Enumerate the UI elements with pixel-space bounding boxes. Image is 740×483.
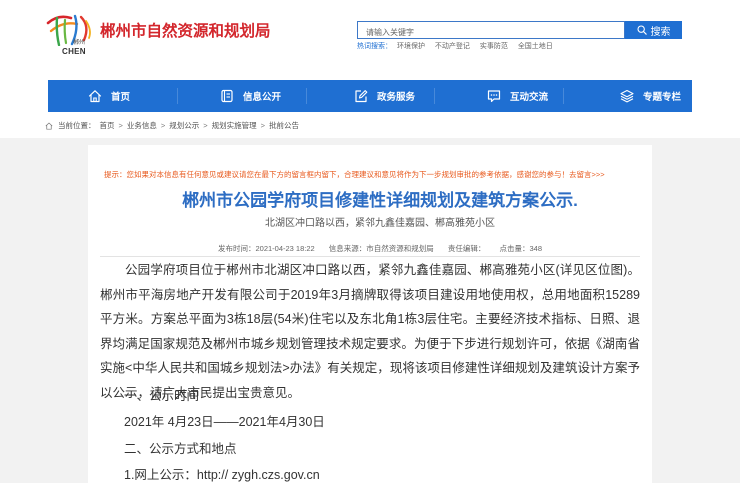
search-box (357, 21, 625, 41)
article-subtitle: 北湖区冲口路以西，紧邻九鑫佳嘉园、郴高雅苑小区 (265, 218, 495, 229)
search-button[interactable]: 搜索 (625, 21, 682, 39)
layers-icon (620, 89, 634, 103)
article-intro: 公园学府项目位于郴州市北湖区冲口路以西，紧邻九鑫佳嘉园、郴高雅苑小区(详见区位图… (100, 263, 640, 400)
breadcrumb-item[interactable]: 业务信息 (127, 121, 157, 131)
edit-icon (355, 90, 368, 103)
nav-item-gov-services[interactable]: 政务服务 (354, 80, 415, 112)
logo-text: 郴州 (73, 40, 86, 46)
nav-label: 首页 (111, 92, 131, 103)
nav-divider (563, 88, 564, 104)
hot-word-link[interactable]: 全国土地日 (518, 43, 553, 50)
site-title[interactable]: 郴州市自然资源和规划局 (100, 22, 271, 42)
section-heading: 二、公示方式和地点 (124, 442, 237, 456)
nav-item-info-public[interactable]: 信息公开 (220, 80, 281, 112)
hot-word-link[interactable]: 实事防范 (480, 43, 508, 50)
hot-word-link[interactable]: 不动产登记 (435, 43, 470, 50)
breadcrumb-separator: > (118, 121, 123, 130)
view-count: 点击量：348 (499, 244, 542, 253)
search-input[interactable] (358, 24, 624, 41)
info-source: 信息来源：市自然资源和规划局 (328, 244, 434, 253)
nav-divider (434, 88, 435, 104)
hot-word-link[interactable]: 环境保护 (397, 43, 425, 50)
nav-item-home[interactable]: 首页 (88, 80, 130, 112)
chat-icon (487, 90, 501, 103)
search-icon (636, 25, 647, 35)
nav-item-interaction[interactable]: 互动交流 (487, 80, 548, 112)
nav-label: 政务服务 (377, 92, 416, 103)
responsible-editor: 责任编辑： (447, 244, 486, 253)
section-heading: 一、公示时间 (124, 389, 200, 403)
nav-label: 专题专栏 (643, 92, 682, 103)
page: 郴州 CHEN 郴州市自然资源和规划局 搜索 热词搜索： 环境保护 不动产登记 … (0, 0, 740, 483)
publish-time: 发布时间：2021-04-23 18:22 (217, 244, 315, 253)
notice-text: 提示：您如果对本信息有任何意见或建议请您在最下方的留言框内留下，合理建议和意见将… (104, 170, 569, 179)
meta-divider (100, 256, 640, 257)
breadcrumb-item[interactable]: 首页 (100, 121, 115, 131)
breadcrumb-separator: > (260, 121, 266, 130)
breadcrumb-separator: > (203, 121, 208, 130)
breadcrumb-label: 当前位置： (58, 121, 96, 130)
breadcrumb-item[interactable]: 规划实施管理 (212, 121, 257, 131)
home-icon (45, 122, 53, 130)
breadcrumb-separator: > (160, 121, 166, 130)
section-content: 1.网上公示：http:// zygh.czs.gov.cn (124, 468, 320, 482)
nav-divider (177, 88, 178, 104)
hot-words-label: 热词搜索： (357, 43, 392, 50)
breadcrumb: 当前位置： 首页 > 业务信息 > 规划公示 > 规划实施管理 > 批前公告 (45, 121, 299, 131)
nav-divider (306, 88, 307, 104)
city-logo-icon[interactable] (44, 12, 94, 46)
leave-comment-link[interactable]: 去留言>>> (569, 170, 605, 179)
breadcrumb-item[interactable]: 规划公示 (169, 121, 199, 131)
nav-item-special-topics[interactable]: 专题专栏 (620, 80, 681, 112)
section-content: 2021年 4月23日——2021年4月30日 (124, 415, 325, 429)
breadcrumb-item-current[interactable]: 批前公告 (269, 121, 299, 131)
nav-label: 信息公开 (243, 92, 282, 103)
main-nav: 首页 信息公开 政务服务 互动交流 专题专栏 (48, 80, 692, 112)
search-button-label: 搜索 (650, 26, 671, 38)
comment-notice: 提示：您如果对本信息有任何意见或建议请您在最下方的留言框内留下，合理建议和意见将… (104, 170, 605, 180)
article-title: 郴州市公园学府项目修建性详细规划及建筑方案公示. (182, 191, 578, 210)
document-icon (221, 89, 233, 103)
hot-words: 热词搜索： 环境保护 不动产登记 实事防范 全国土地日 (357, 42, 561, 51)
nav-label: 互动交流 (510, 92, 549, 103)
logo-latin-text: CHEN (62, 47, 86, 56)
article-meta: 发布时间：2021-04-23 18:22 信息来源：市自然资源和规划局 责任编… (100, 244, 660, 254)
home-icon (88, 90, 102, 103)
